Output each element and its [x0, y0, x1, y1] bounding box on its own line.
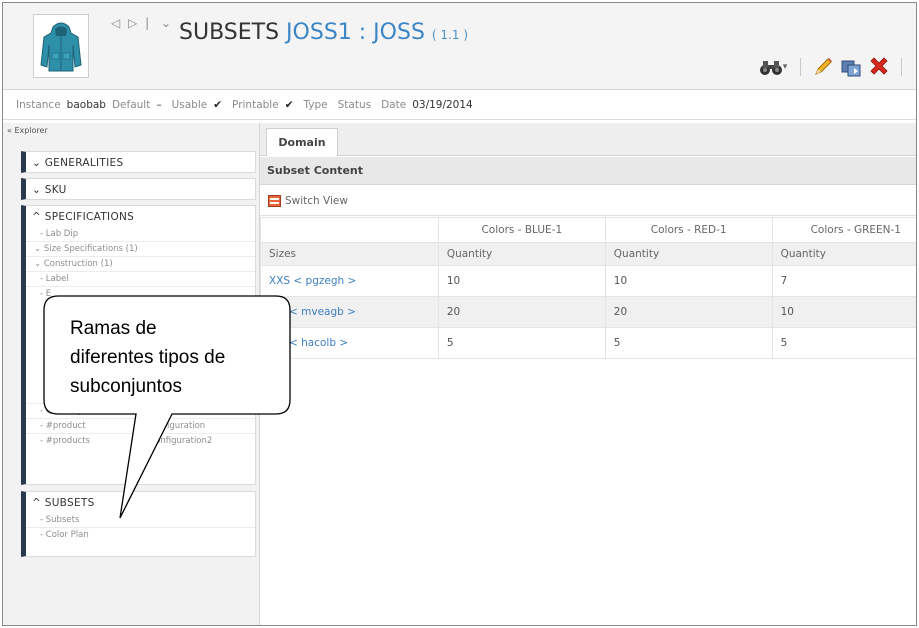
section-sku-label: ⌄ SKU — [32, 184, 67, 196]
tree-item-quantity[interactable]: - Quantity — [26, 403, 255, 418]
tree-item-subsets[interactable]: - Subsets — [26, 513, 255, 527]
grid-header-cell: Colors - GREEN-1 — [771, 217, 916, 243]
grid-header-cell — [260, 217, 439, 243]
instance-label: Instance — [16, 98, 61, 111]
switch-view-label: Switch View — [285, 194, 348, 207]
page-title: SUBSETS JOSS1 : JOSS ( 1.1 ) — [179, 20, 468, 45]
grid-subheader-cell: Quantity — [604, 242, 773, 266]
toolbar-divider — [800, 58, 801, 76]
tab-domain[interactable]: Domain — [266, 128, 338, 156]
size-link[interactable]: < hacolb > — [260, 327, 439, 359]
section-subsets-label[interactable]: ^ SUBSETS — [26, 492, 255, 513]
subset-grid: Colors - BLUE-1 Colors - RED-1 Colors - … — [260, 217, 916, 359]
tree-item-products-configuration2[interactable]: - #products myConfiguration2 — [26, 433, 255, 448]
grid-subheader-cell: Quantity — [437, 242, 606, 266]
content-toolbar: Switch View — [260, 186, 916, 216]
header-toolbar: ▾ — [756, 55, 908, 79]
callout-line: Ramas de — [70, 318, 157, 339]
quantity-cell[interactable]: 20 — [437, 296, 606, 328]
section-subsets: ^ SUBSETS - Subsets - Color Plan — [21, 491, 256, 557]
grid-subheader-cell: Quantity — [771, 242, 916, 266]
default-label: Default — [111, 98, 151, 111]
search-caret-icon: ▾ — [782, 62, 788, 72]
usable-label: Usable — [171, 98, 208, 111]
toolbar-divider — [901, 58, 902, 76]
status-bar: Instance baobab Default – Usable ✔ Print… — [3, 90, 916, 120]
section-generalities[interactable]: ⌄ GENERALITIES — [21, 151, 256, 173]
date-value: 03/19/2014 — [412, 98, 473, 111]
callout-text: Ramas de diferentes tipos de subconjunto… — [70, 314, 270, 401]
quantity-cell[interactable]: 10 — [771, 296, 916, 328]
edit-button[interactable] — [811, 55, 835, 79]
printable-label: Printable — [232, 98, 279, 111]
delete-icon — [870, 57, 888, 75]
product-thumbnail[interactable] — [33, 14, 89, 78]
section-specifications-label[interactable]: ^ SPECIFICATIONS — [26, 206, 255, 227]
size-link[interactable]: XXS < pgzegh > — [260, 265, 439, 297]
explorer-collapse[interactable]: « Explorer — [7, 126, 48, 135]
version-label: ( 1.1 ) — [431, 28, 468, 42]
table-row: < hacolb > 5 5 5 — [260, 327, 916, 359]
binoculars-icon — [759, 61, 782, 75]
default-value: – — [156, 98, 162, 111]
quantity-cell[interactable]: 5 — [437, 327, 606, 359]
tree-item-label[interactable]: - Label — [26, 271, 255, 286]
usable-check-icon: ✔ — [213, 98, 223, 111]
main-content: Domain Subset Content Switch View Colors… — [260, 123, 916, 625]
grid-header-cell: Colors - RED-1 — [604, 217, 773, 243]
table-row: XXS < pgzegh > 10 10 7 — [260, 265, 916, 297]
tree-item-product-configuration[interactable]: - #product myConfiguration — [26, 418, 255, 433]
tree-item-e[interactable]: - E — [26, 286, 255, 301]
color-header-row: Colors - BLUE-1 Colors - RED-1 Colors - … — [260, 217, 916, 243]
pencil-icon — [815, 58, 832, 75]
grid-subheader-cell: Sizes — [260, 242, 439, 266]
delete-button[interactable] — [867, 55, 891, 79]
size-link[interactable]: < mveagb > — [260, 296, 439, 328]
record-navigation: ◁ ▷ | ⌄ — [111, 16, 173, 30]
jacket-thumbnail-icon — [34, 15, 88, 77]
tree-item-construction[interactable]: ⌄ Construction (1) — [26, 256, 255, 271]
title-code: JOSS1 : JOSS — [286, 20, 425, 45]
quantity-cell[interactable]: 5 — [771, 327, 916, 359]
nav-prev-next[interactable]: ◁ ▷ | — [111, 16, 151, 30]
status-label: Status — [337, 98, 372, 111]
quantity-cell[interactable]: 10 — [437, 265, 606, 297]
tab-bar: Domain — [260, 123, 916, 156]
title-prefix: SUBSETS — [179, 20, 280, 45]
subset-content-header: Subset Content — [260, 157, 916, 185]
header: ◁ ▷ | ⌄ SUBSETS JOSS1 : JOSS ( 1.1 ) ▾ — [3, 3, 916, 90]
quantity-cell[interactable]: 7 — [771, 265, 916, 297]
sub-header-row: Sizes Quantity Quantity Quantity — [260, 242, 916, 266]
table-row: < mveagb > 20 20 10 — [260, 296, 916, 328]
callout-line: subconjuntos — [70, 376, 182, 397]
copy-icon — [841, 60, 861, 77]
section-sku[interactable]: ⌄ SKU — [21, 178, 256, 200]
switch-view-icon — [268, 194, 281, 207]
tree-item-lab-dip[interactable]: - Lab Dip — [26, 227, 255, 241]
tree-item-color-plan[interactable]: - Color Plan — [26, 527, 255, 542]
tree-item-size-specifications[interactable]: ⌄ Size Specifications (1) — [26, 241, 255, 256]
search-button[interactable]: ▾ — [756, 55, 790, 79]
switch-view-button[interactable]: Switch View — [268, 194, 348, 207]
nav-menu-caret[interactable]: ⌄ — [161, 16, 173, 30]
section-generalities-label: ⌄ GENERALITIES — [32, 157, 124, 169]
printable-check-icon: ✔ — [284, 98, 294, 111]
quantity-cell[interactable]: 10 — [604, 265, 773, 297]
quantity-cell[interactable]: 20 — [604, 296, 773, 328]
copy-button[interactable] — [839, 55, 863, 79]
callout-line: diferentes tipos de — [70, 347, 226, 368]
grid-header-cell: Colors - BLUE-1 — [437, 217, 606, 243]
quantity-cell[interactable]: 5 — [604, 327, 773, 359]
instance-value: baobab — [66, 98, 106, 111]
date-label: Date — [381, 98, 407, 111]
type-label: Type — [303, 98, 328, 111]
